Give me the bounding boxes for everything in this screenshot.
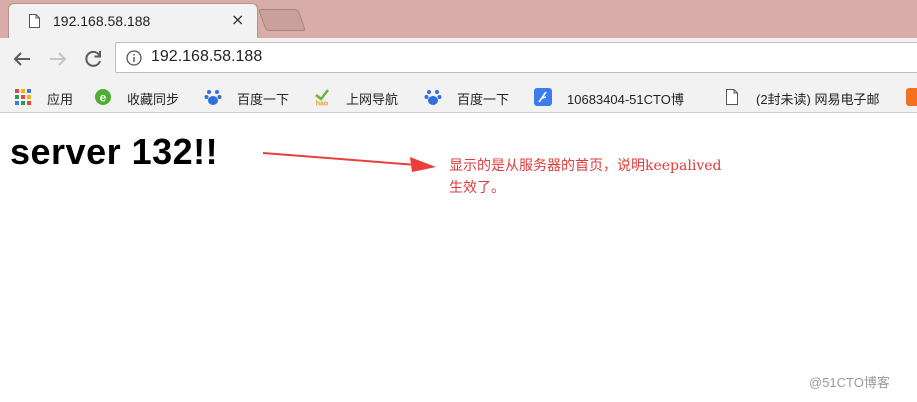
page-content: server 132!! 显示的是从服务器的首页，说明keepalived 生效…: [0, 113, 917, 402]
annotation-line-1: 显示的是从服务器的首页，说明keepalived: [449, 158, 722, 174]
bookmark-label: 百度一下: [237, 92, 290, 106]
info-icon[interactable]: [126, 50, 142, 66]
back-arrow-icon[interactable]: [10, 47, 34, 71]
baidu-paw-icon: [424, 90, 442, 105]
page-heading: server 132!!: [10, 131, 219, 172]
bookmark-sync[interactable]: e 收藏同步: [94, 88, 194, 106]
bookmark-baidu-2[interactable]: 百度一下: [424, 88, 524, 106]
bookmarks-bar: 应用 e 收藏同步 百度一下 hao 上网导航 百度一下 10683404-51…: [0, 80, 917, 113]
feather-icon: [534, 88, 552, 106]
sync-e-icon: e: [95, 89, 111, 105]
toolbar: 192.168.58.188: [0, 38, 917, 80]
watermark: @51CTO博客: [809, 375, 890, 390]
bookmark-51cto[interactable]: 10683404-51CTO博: [534, 88, 718, 106]
bookmark-label: (2封未读) 网易电子邮: [756, 92, 880, 106]
page-icon: [29, 14, 40, 28]
baidu-paw-icon: [204, 90, 222, 105]
forward-arrow-icon[interactable]: [46, 47, 70, 71]
bookmark-label: 应用: [47, 92, 74, 106]
reload-icon[interactable]: [81, 47, 105, 71]
svg-text:e: e: [100, 91, 107, 105]
tab-title: 192.168.58.188: [53, 13, 151, 29]
svg-text:hao: hao: [316, 101, 328, 107]
bookmark-label: 百度一下: [457, 92, 510, 106]
apps-grid-icon: [15, 89, 31, 105]
annotation-arrow: [262, 152, 436, 172]
annotation-text: 显示的是从服务器的首页，说明keepalived 生效了。: [449, 155, 721, 199]
bookmark-overflow[interactable]: [906, 88, 917, 106]
tab-strip: 192.168.58.188 ×: [0, 0, 917, 38]
bookmark-apps[interactable]: 应用: [14, 88, 84, 106]
url-text[interactable]: 192.168.58.188: [151, 48, 262, 66]
bookmark-163-mail[interactable]: (2封未读) 网易电子邮: [723, 88, 901, 106]
address-bar[interactable]: 192.168.58.188: [115, 42, 917, 73]
annotation-line-2: 生效了。: [449, 180, 505, 196]
page-icon: [726, 89, 738, 105]
new-tab-button[interactable]: [257, 9, 307, 31]
close-icon[interactable]: ×: [231, 12, 244, 28]
orange-logo-icon: [906, 88, 917, 106]
bookmark-baidu-1[interactable]: 百度一下: [204, 88, 304, 106]
bookmark-hao[interactable]: hao 上网导航: [313, 88, 413, 106]
bookmark-label: 10683404-51CTO博: [567, 92, 684, 106]
hao-icon: hao: [315, 89, 329, 107]
bookmark-label: 收藏同步: [127, 92, 180, 106]
active-tab[interactable]: 192.168.58.188 ×: [8, 3, 258, 38]
bookmark-label: 上网导航: [346, 92, 399, 106]
